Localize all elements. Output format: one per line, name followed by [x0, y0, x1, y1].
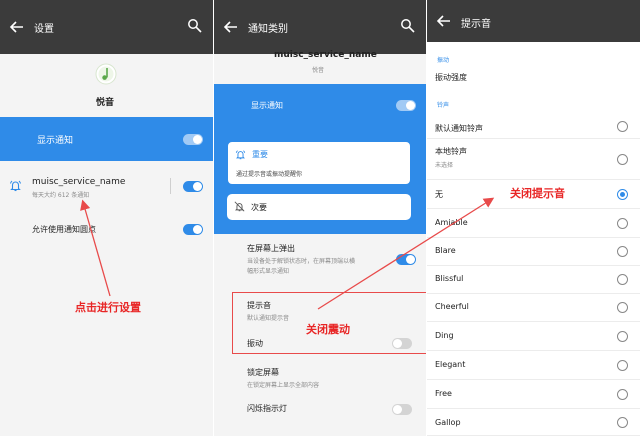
arrow-to-none-ringtone — [317, 197, 495, 310]
arrow-to-channel-row — [80, 199, 111, 297]
annotation-arrows — [80, 197, 495, 310]
